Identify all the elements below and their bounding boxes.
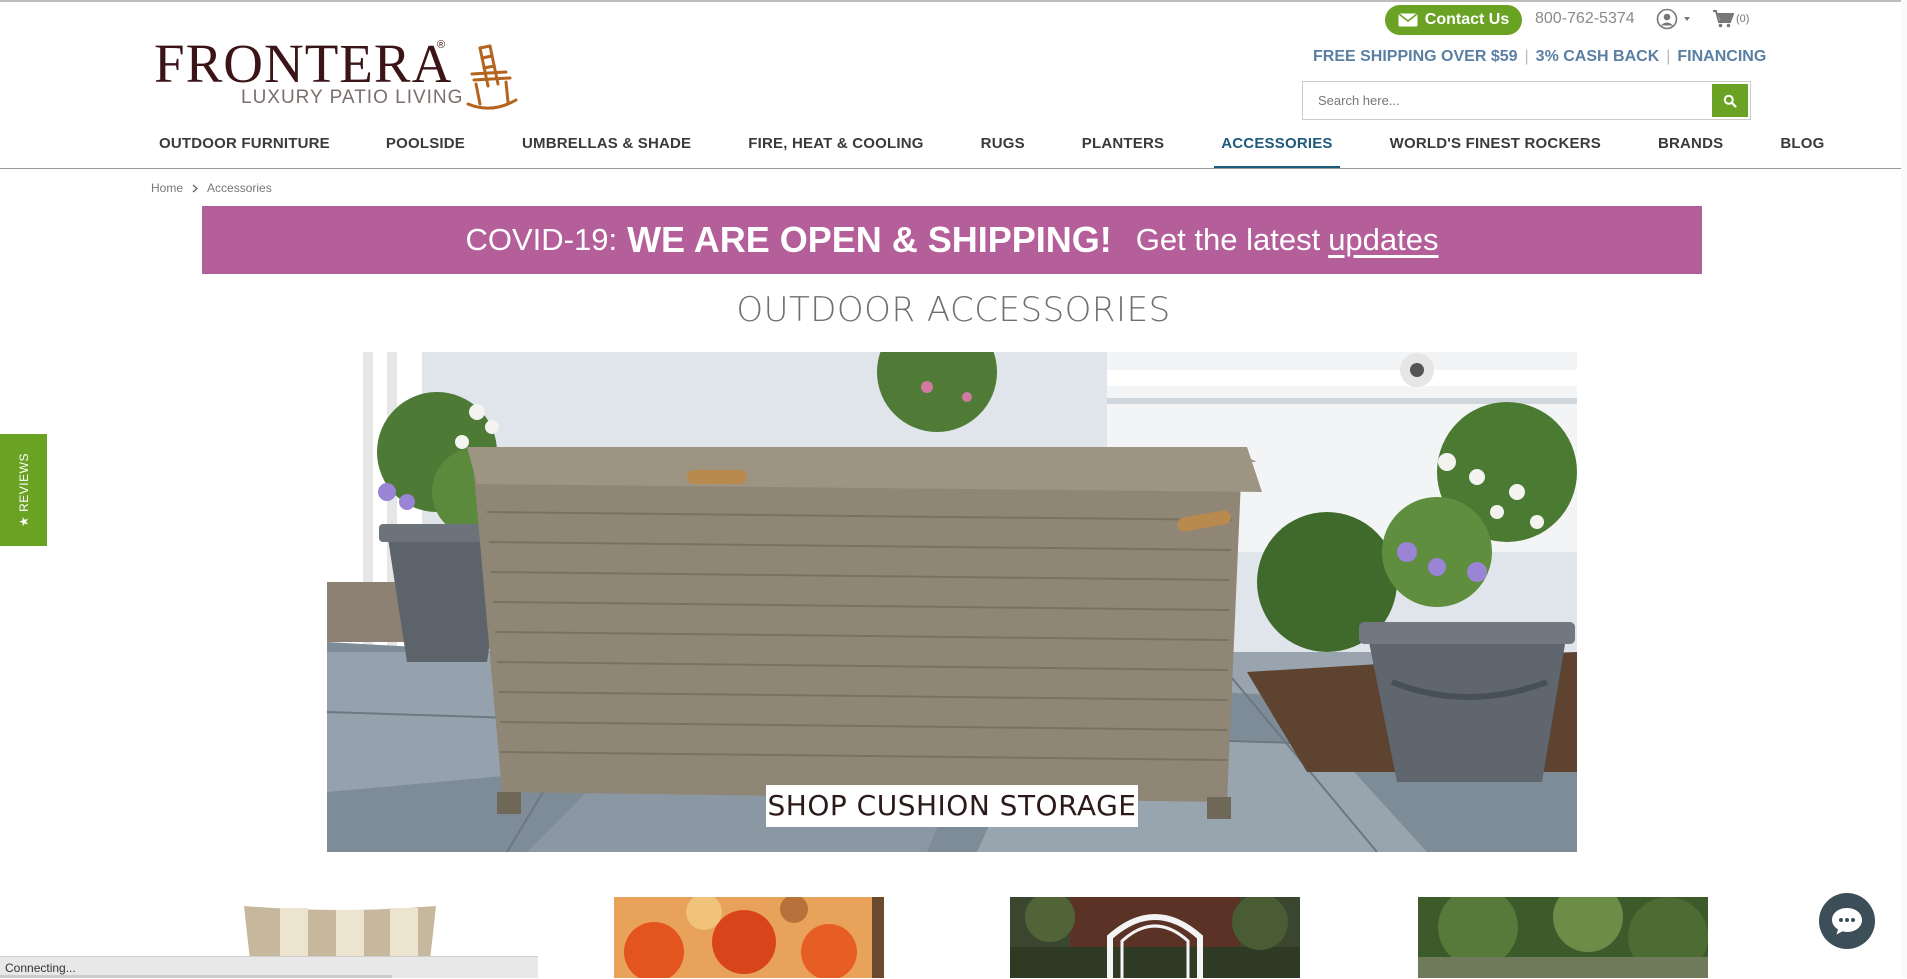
reviews-tab[interactable]: ★ REVIEWS: [0, 434, 47, 546]
nav-outdoor-furniture[interactable]: OUTDOOR FURNITURE: [152, 132, 337, 168]
wall-art-category-image[interactable]: [614, 897, 884, 978]
hero-banner[interactable]: SHOP CUSHION STORAGE: [327, 352, 1577, 852]
banner-updates-link[interactable]: updates: [1328, 222, 1438, 258]
cart-link[interactable]: (0): [1712, 9, 1749, 28]
chevron-right-icon: [192, 183, 199, 193]
nav-rugs[interactable]: RUGS: [974, 132, 1032, 168]
cart-count: (0): [1736, 12, 1750, 25]
breadcrumb-home[interactable]: Home: [151, 181, 183, 195]
nav-divider: [0, 168, 1907, 169]
shop-cushion-storage-cta[interactable]: SHOP CUSHION STORAGE: [766, 785, 1138, 827]
nav-brands[interactable]: BRANDS: [1651, 132, 1730, 168]
main-nav: OUTDOOR FURNITURE POOLSIDE UMBRELLAS & S…: [152, 132, 1831, 169]
arbor-image: [1010, 897, 1300, 978]
search-input[interactable]: [1304, 83, 1712, 118]
rocking-chair-icon: [466, 44, 518, 110]
chat-button[interactable]: [1819, 893, 1875, 949]
banner-prefix: COVID-19:: [465, 222, 618, 257]
banner-text: Get the latest: [1135, 222, 1321, 257]
search-button[interactable]: [1712, 84, 1748, 117]
promo-divider: |: [1666, 48, 1671, 65]
search-icon: [1723, 94, 1737, 108]
covid-banner[interactable]: COVID-19: WE ARE OPEN & SHIPPING! Get th…: [202, 206, 1702, 274]
nav-fire-heat-cooling[interactable]: FIRE, HEAT & COOLING: [741, 132, 930, 168]
promo-divider: |: [1524, 48, 1529, 65]
nav-blog[interactable]: BLOG: [1773, 132, 1831, 168]
cash-back-link[interactable]: 3% CASH BACK: [1536, 48, 1660, 66]
breadcrumb: Home Accessories: [151, 181, 272, 195]
reviews-label: ★ REVIEWS: [16, 453, 31, 527]
promo-links: FREE SHIPPING OVER $59 | 3% CASH BACK | …: [1313, 48, 1766, 66]
user-icon: [1656, 8, 1678, 30]
caret-down-icon: [1684, 17, 1690, 21]
scrollbar[interactable]: [1901, 0, 1907, 978]
logo-brand: FRONTERA: [154, 33, 453, 94]
page-title: OUTDOOR ACCESSORIES: [736, 290, 1171, 330]
logo-tagline: LUXURY PATIO LIVING: [241, 87, 464, 108]
account-menu[interactable]: [1656, 8, 1692, 30]
hero-image: [327, 352, 1577, 852]
site-logo[interactable]: FRONTERA ® LUXURY PATIO LIVING: [154, 36, 524, 114]
top-border: [0, 0, 1907, 2]
contact-us-label: Contact Us: [1424, 11, 1510, 28]
floral-art-image: [614, 897, 884, 978]
garden-image: [1418, 897, 1708, 978]
breadcrumb-current: Accessories: [207, 181, 272, 195]
search-box: [1302, 81, 1751, 120]
logo-registered-mark: ®: [437, 39, 446, 51]
contact-us-button[interactable]: Contact Us: [1385, 5, 1522, 35]
chat-icon: [1832, 908, 1862, 935]
nav-planters[interactable]: PLANTERS: [1075, 132, 1171, 168]
garden-category-image[interactable]: [1418, 897, 1708, 978]
arbor-category-image[interactable]: [1010, 897, 1300, 978]
nav-poolside[interactable]: POOLSIDE: [379, 132, 472, 168]
banner-headline: WE ARE OPEN & SHIPPING!: [627, 219, 1112, 260]
nav-accessories[interactable]: ACCESSORIES: [1214, 132, 1340, 168]
phone-number[interactable]: 800-762-5374: [1535, 10, 1635, 28]
financing-link[interactable]: FINANCING: [1677, 48, 1766, 66]
nav-umbrellas-shade[interactable]: UMBRELLAS & SHADE: [515, 132, 698, 168]
nav-worlds-finest-rockers[interactable]: WORLD'S FINEST ROCKERS: [1383, 132, 1608, 168]
envelope-icon: [1398, 13, 1418, 27]
cart-icon: [1713, 10, 1734, 28]
free-shipping-link[interactable]: FREE SHIPPING OVER $59: [1313, 48, 1518, 66]
